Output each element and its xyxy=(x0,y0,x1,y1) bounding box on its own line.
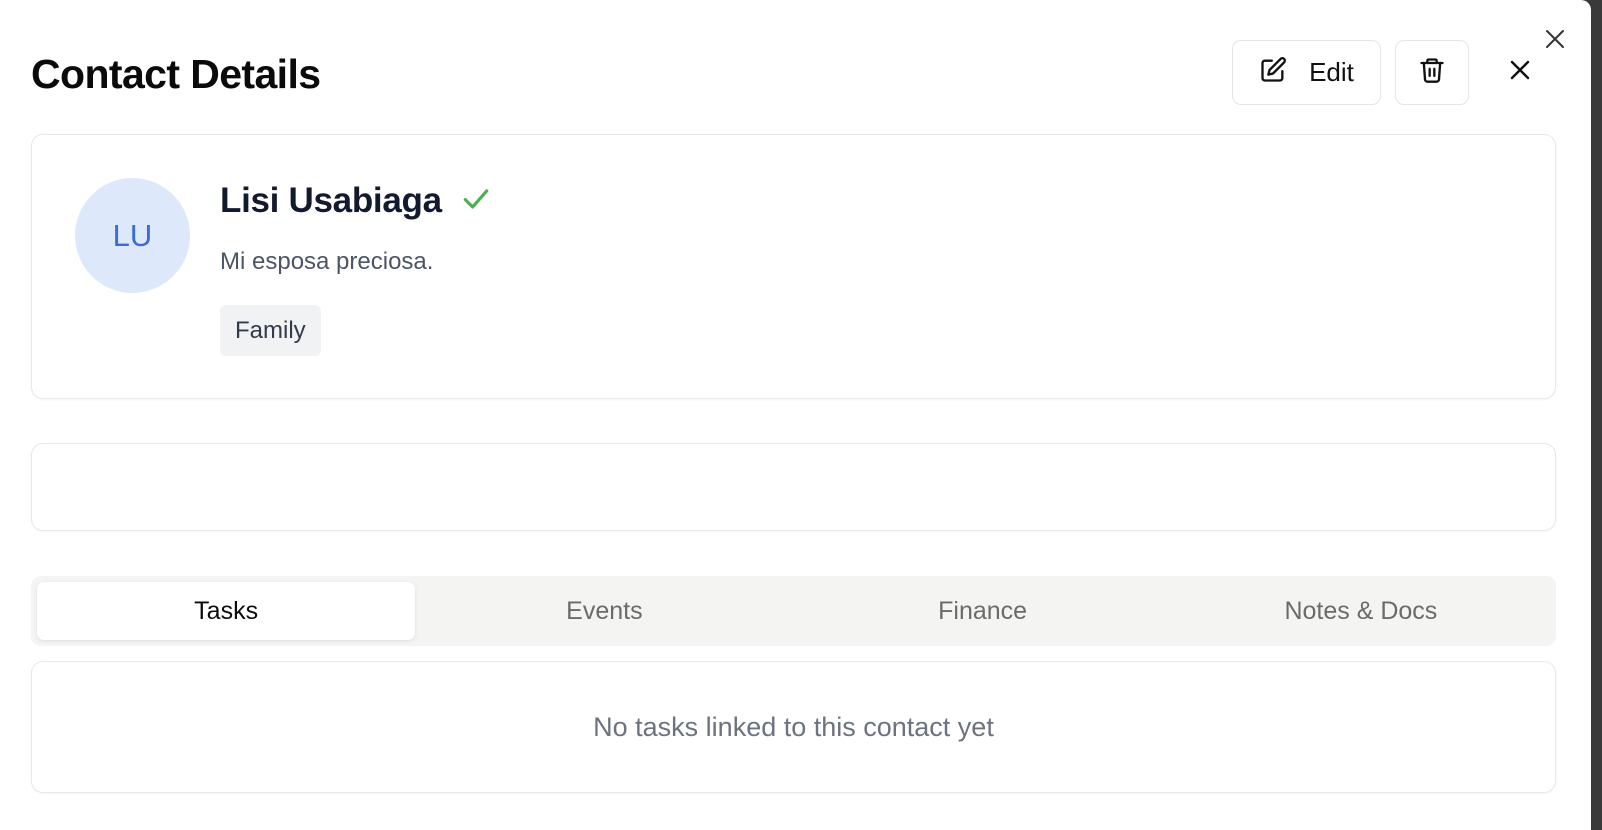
edit-button-label: Edit xyxy=(1309,57,1354,87)
tab-finance[interactable]: Finance xyxy=(794,582,1172,640)
tab-notes-docs[interactable]: Notes & Docs xyxy=(1172,582,1550,640)
contact-profile-card: LU Lisi Usabiaga Mi esposa preciosa. Fam… xyxy=(31,134,1556,399)
contact-name-row: Lisi Usabiaga xyxy=(220,181,492,221)
check-icon xyxy=(460,183,492,220)
contact-tabs: Tasks Events Finance Notes & Docs xyxy=(31,576,1556,646)
close-icon xyxy=(1508,58,1532,87)
contact-details-dialog: Contact Details Edit LU Lisi Usabiaga Mi… xyxy=(0,0,1591,830)
trash-icon xyxy=(1418,56,1446,89)
tab-events[interactable]: Events xyxy=(415,582,793,640)
delete-button[interactable] xyxy=(1395,40,1469,105)
dialog-close-icon[interactable] xyxy=(1543,27,1567,51)
contact-description: Mi esposa preciosa. xyxy=(220,248,434,275)
tasks-panel: No tasks linked to this contact yet xyxy=(31,661,1556,793)
empty-state-message: No tasks linked to this contact yet xyxy=(593,711,994,742)
pencil-square-icon xyxy=(1259,56,1287,89)
close-button[interactable] xyxy=(1500,52,1540,92)
page-title: Contact Details xyxy=(31,51,321,97)
contact-info-card xyxy=(31,443,1556,531)
contact-name: Lisi Usabiaga xyxy=(220,181,442,220)
tab-tasks[interactable]: Tasks xyxy=(37,582,416,640)
contact-tag: Family xyxy=(220,305,321,356)
edit-button[interactable]: Edit xyxy=(1232,40,1381,105)
avatar: LU xyxy=(75,178,190,293)
